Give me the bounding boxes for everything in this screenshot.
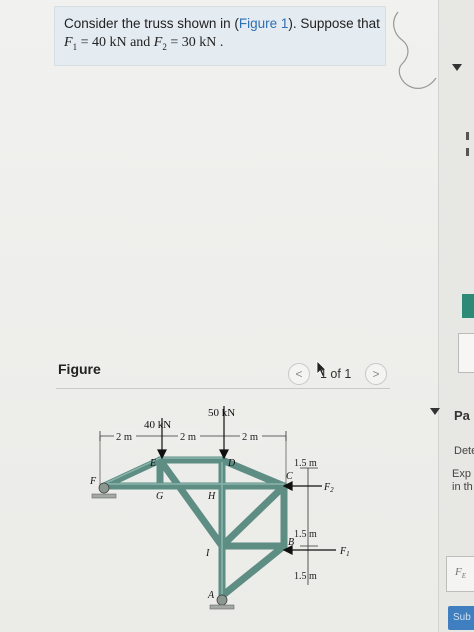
page-indicator: 1 of 1 — [320, 367, 352, 381]
problem-statement: Consider the truss shown in (Figure 1). … — [54, 6, 386, 66]
problem-intro: Consider the truss shown in ( — [64, 16, 239, 31]
dim-label-h2: 1.5 m — [294, 529, 317, 540]
truss-members — [100, 456, 288, 600]
figure-heading: Figure — [58, 361, 101, 377]
dim-label-h3: 1.5 m — [294, 571, 317, 582]
joint-label-c: C — [286, 471, 293, 482]
prev-figure-button[interactable]: < — [288, 363, 310, 385]
problem-text-line2: F1 = 40 kN and F2 = 30 kN . — [64, 35, 223, 52]
problem-intro-end: ). Suppose that — [288, 16, 380, 31]
joint-label-e: E — [149, 458, 156, 469]
load-label-50kn: 50 kN — [208, 407, 235, 419]
submit-button[interactable]: Sub — [448, 606, 474, 630]
dropdown-arrow-icon[interactable] — [452, 64, 462, 72]
problem-text-line1: Consider the truss shown in (Figure 1). … — [64, 16, 380, 31]
load-label-40kn: 40 kN — [144, 419, 171, 431]
f1-symbol: F — [64, 35, 73, 50]
screen: Consider the truss shown in (Figure 1). … — [0, 0, 474, 632]
joint-label-b: B — [288, 537, 294, 548]
truss-figure: 2 m 2 m 2 m 1.5 m 1.5 m 1.5 m 40 kN 50 k… — [89, 406, 350, 610]
part-description: Dete — [454, 445, 474, 457]
joint-label-i: I — [205, 548, 210, 559]
force-arrow-f2 — [282, 481, 322, 491]
joint-label-h: H — [207, 491, 216, 502]
side-panel-text-fragment — [466, 132, 469, 140]
side-panel-action-tab[interactable] — [462, 294, 474, 318]
dim-label-3: 2 m — [242, 432, 258, 443]
next-figure-button[interactable]: > — [365, 363, 387, 385]
figure-divider — [56, 388, 390, 389]
joint-label-a: A — [207, 590, 215, 601]
force-label-f1: F1 — [339, 546, 350, 558]
joint-label-f: F — [89, 476, 97, 487]
express-line-2: in th — [452, 481, 473, 493]
part-label[interactable]: Pa — [454, 408, 470, 423]
joint-label-d: D — [227, 458, 236, 469]
main-panel: Consider the truss shown in (Figure 1). … — [0, 0, 438, 632]
answer-field-label: FE — [455, 566, 467, 581]
side-panel-answer-box[interactable] — [458, 333, 474, 373]
dim-label-1: 2 m — [116, 432, 132, 443]
force-label-f2: F2 — [323, 482, 334, 494]
express-line-1: Exp — [452, 468, 471, 480]
side-panel-text-fragment — [466, 148, 469, 156]
collapse-arc-icon[interactable] — [380, 8, 440, 92]
figure-link[interactable]: Figure 1 — [239, 16, 289, 31]
dim-label-h1: 1.5 m — [294, 458, 317, 469]
joint-label-g: G — [156, 491, 163, 502]
dropdown-arrow-icon[interactable] — [430, 408, 440, 416]
dim-label-2: 2 m — [180, 432, 196, 443]
f2-value: = 30 kN . — [166, 35, 224, 50]
express-instruction: Exp in th — [452, 468, 473, 494]
f1-value: = 40 kN and — [77, 35, 154, 50]
